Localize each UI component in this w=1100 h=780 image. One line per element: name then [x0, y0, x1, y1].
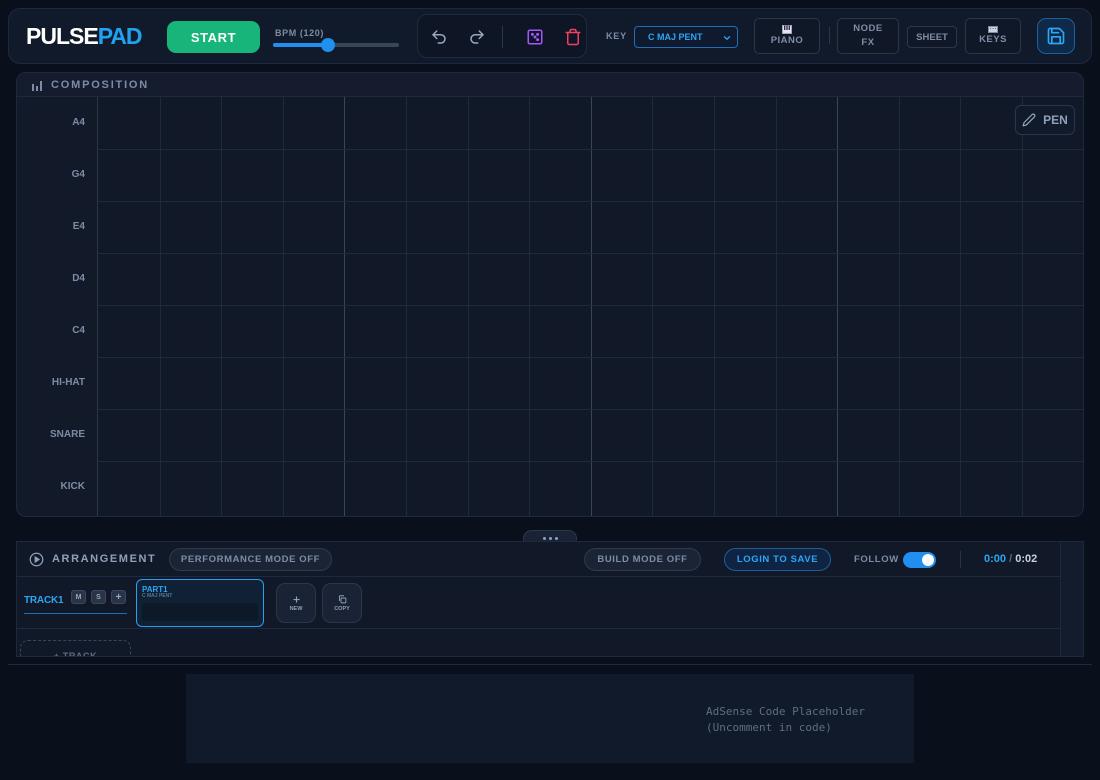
- key-select-value: C MAJ PENT: [648, 32, 703, 42]
- play-circle-icon: [29, 552, 44, 567]
- toggle-knob: [922, 554, 934, 566]
- part-key: C MAJ PENT: [142, 593, 173, 599]
- save-icon: [1047, 27, 1065, 45]
- undo-button[interactable]: [428, 26, 450, 48]
- row-label: C4: [72, 325, 85, 336]
- piano-label: PIANO: [770, 34, 804, 46]
- undo-icon: [432, 30, 446, 44]
- track-row: TRACK1 M S + PART1 C MAJ PENT NEW COPY: [17, 577, 1061, 629]
- time-slash: /: [1009, 553, 1013, 565]
- app-logo: PULSEPAD: [26, 23, 143, 50]
- time-total: 0:02: [1015, 553, 1038, 565]
- piano-icon: [782, 24, 792, 34]
- time-current: 0:00: [984, 553, 1007, 565]
- row-label: HI-HAT: [51, 377, 85, 388]
- piano-view-button[interactable]: PIANO: [754, 18, 820, 54]
- logo-part-pulse: PULSE: [26, 23, 99, 49]
- keyboard-icon: [988, 25, 998, 33]
- bpm-slider-fill: [273, 43, 329, 47]
- row-label: A4: [72, 117, 85, 128]
- add-part-mini-button[interactable]: +: [111, 590, 126, 604]
- handle-dot: [548, 537, 552, 540]
- delete-button[interactable]: [562, 26, 584, 48]
- follow-label: FOLLOW: [854, 554, 899, 565]
- dice-icon: [527, 29, 543, 45]
- sheet-view-button[interactable]: SHEET: [907, 26, 957, 48]
- composition-panel: COMPOSITION A4 G4 E4 D4 C4 HI-HAT SNARE KICK PE…: [16, 72, 1084, 517]
- note-row-labels: A4 G4 E4 D4 C4 HI-HAT SNARE KICK: [17, 97, 97, 516]
- key-label: KEY: [606, 31, 627, 41]
- redo-icon: [470, 30, 484, 44]
- handle-dot: [554, 537, 558, 540]
- part-lane: [142, 603, 258, 621]
- arrangement-panel: ARRANGEMENT PERFORMANCE MODE OFF BUILD M…: [16, 541, 1084, 657]
- composition-title: COMPOSITION: [51, 79, 150, 91]
- solo-button[interactable]: S: [91, 590, 106, 604]
- pencil-icon: [1022, 113, 1036, 127]
- arrangement-scrollbar[interactable]: [1060, 542, 1083, 656]
- row-label: G4: [71, 169, 85, 180]
- build-mode-toggle[interactable]: BUILD MODE OFF: [584, 548, 701, 571]
- sequencer-grid-lines: [98, 97, 1083, 516]
- arrangement-header: ARRANGEMENT PERFORMANCE MODE OFF BUILD M…: [17, 542, 1061, 577]
- add-track-button[interactable]: + TRACK: [20, 640, 131, 656]
- copy-icon: [338, 594, 346, 603]
- row-label: KICK: [60, 481, 85, 492]
- playback-time: 0:00 / 0:02: [984, 553, 1037, 565]
- mode-separator: [829, 27, 830, 44]
- composition-header: COMPOSITION: [17, 73, 1083, 97]
- performance-mode-toggle[interactable]: PERFORMANCE MODE OFF: [169, 548, 332, 571]
- mute-button[interactable]: M: [71, 590, 86, 604]
- bpm-slider-thumb[interactable]: [321, 38, 336, 52]
- top-toolbar: PULSEPAD START BPM (120) KEY C MAJ PENT …: [8, 8, 1092, 64]
- track-underline: [24, 613, 127, 614]
- footer-divider: [8, 664, 1092, 665]
- copy-part-button[interactable]: COPY: [322, 583, 362, 623]
- key-select[interactable]: C MAJ PENT: [634, 26, 738, 48]
- pen-tool-button[interactable]: PEN: [1015, 105, 1075, 135]
- pen-label: PEN: [1043, 113, 1068, 127]
- start-button[interactable]: START: [167, 21, 260, 53]
- new-part-button[interactable]: NEW: [276, 583, 316, 623]
- keys-view-button[interactable]: KEYS: [965, 18, 1021, 54]
- randomize-button[interactable]: [524, 26, 546, 48]
- trash-icon: [565, 28, 581, 46]
- bpm-label: BPM (120): [275, 28, 324, 38]
- edit-tool-group: [417, 14, 587, 58]
- tool-separator: [502, 26, 503, 48]
- logo-part-pad: PAD: [97, 23, 143, 49]
- plus-icon: [292, 595, 300, 603]
- chevron-down-icon: [723, 36, 731, 40]
- row-label: D4: [72, 273, 85, 284]
- arrangement-title: ARRANGEMENT: [52, 553, 157, 565]
- new-label: NEW: [289, 605, 303, 612]
- node-fx-button[interactable]: NODE FX: [837, 18, 899, 54]
- track-name[interactable]: TRACK1: [24, 595, 64, 606]
- redo-button[interactable]: [466, 26, 488, 48]
- handle-dot: [542, 537, 546, 540]
- node-label: NODE: [853, 23, 883, 34]
- ad-placeholder: AdSense Code Placeholder (Uncomment in c…: [186, 674, 914, 763]
- sequencer-grid[interactable]: [97, 97, 1083, 516]
- ad-text: AdSense Code Placeholder (Uncomment in c…: [706, 704, 865, 736]
- fx-label: FX: [861, 37, 875, 48]
- copy-label: COPY: [334, 605, 350, 612]
- bar-chart-icon: [32, 81, 42, 91]
- save-button[interactable]: [1037, 18, 1075, 54]
- ad-line-2: (Uncomment in code): [706, 721, 832, 734]
- row-label: SNARE: [49, 429, 85, 440]
- login-to-save-button[interactable]: LOGIN TO SAVE: [724, 548, 831, 571]
- row-label: E4: [72, 221, 85, 232]
- follow-toggle[interactable]: [903, 552, 936, 568]
- bpm-slider[interactable]: [273, 38, 399, 52]
- time-separator-line: [960, 551, 961, 568]
- keys-label: KEYS: [979, 33, 1007, 45]
- ad-line-1: AdSense Code Placeholder: [706, 705, 865, 718]
- part-clip[interactable]: PART1 C MAJ PENT: [136, 579, 264, 627]
